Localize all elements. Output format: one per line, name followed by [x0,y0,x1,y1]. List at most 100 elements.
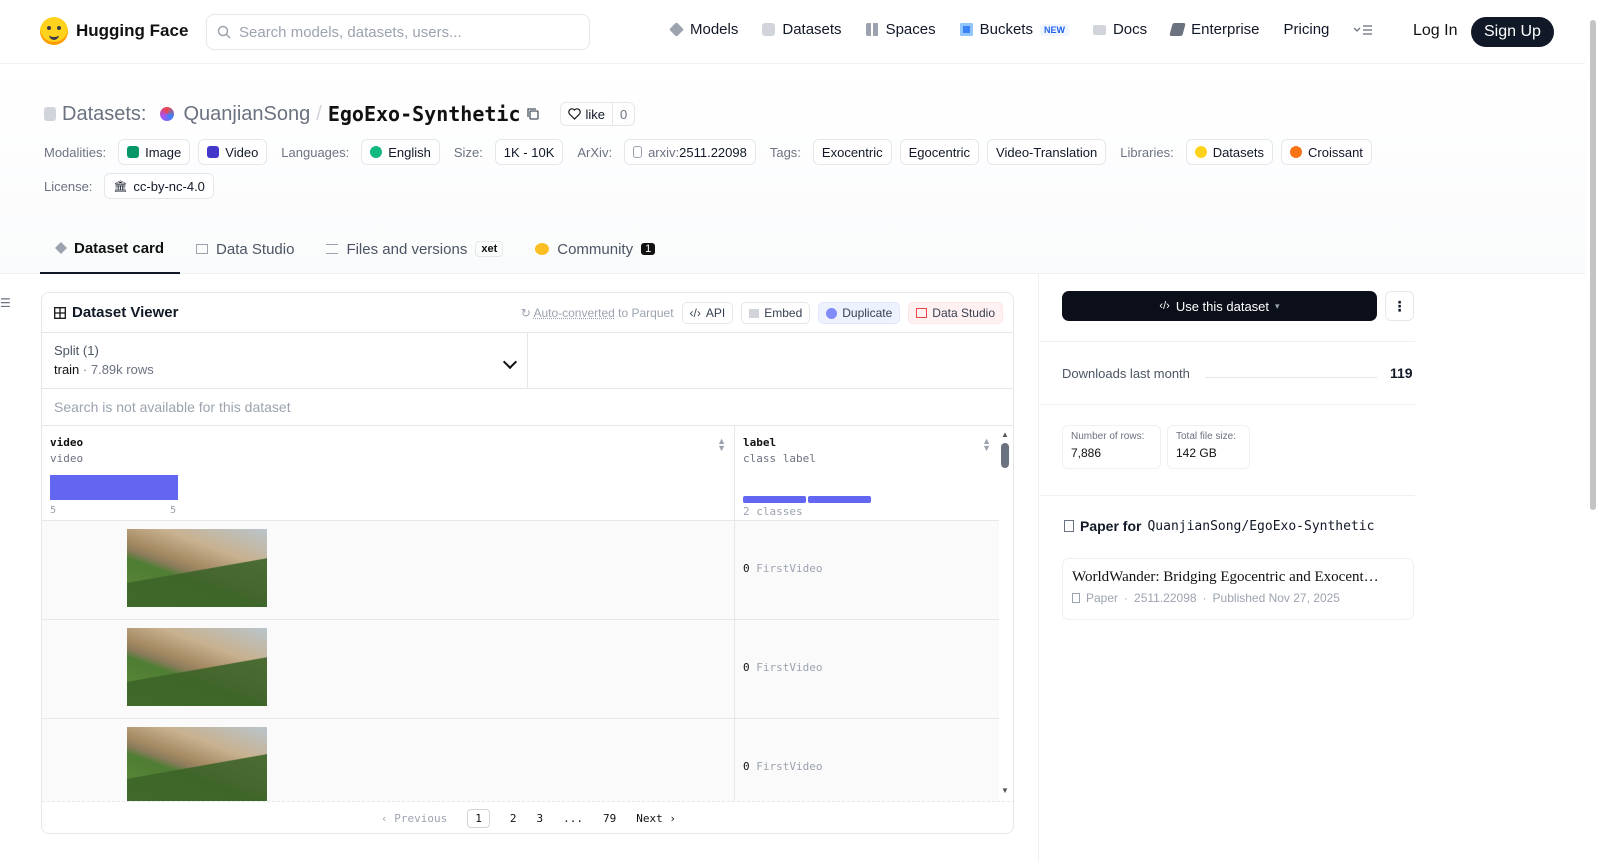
table-row[interactable]: 0 FirstVideo [42,719,999,801]
more-options-button[interactable]: ⋮ [1385,291,1414,321]
next-page-button[interactable]: Next › [636,812,676,825]
data-studio-button[interactable]: Data Studio [908,302,1003,324]
tag-english[interactable]: English [361,139,440,165]
page-scroll-thumb[interactable] [1590,20,1596,510]
table-icon [196,244,209,254]
paper-repo: QuanjianSong/EgoExo-Synthetic [1147,518,1375,534]
tag-video-translation[interactable]: Video-Translation [987,139,1107,165]
video-thumbnail[interactable] [127,628,267,706]
viewer-actions: ↻ Auto-converted to Parquet ‹/› API Embed… [521,302,1003,324]
paper-for-label: Paper for [1080,518,1142,534]
tag-egocentric[interactable]: Egocentric [899,139,980,165]
search-icon [217,25,231,39]
tab-data-studio-label: Data Studio [216,240,295,258]
nav-more[interactable] [1353,24,1373,36]
divider [1040,404,1415,405]
divider [1040,341,1415,342]
tab-data-studio[interactable]: Data Studio [180,224,310,274]
dataset-name[interactable]: EgoExo-Synthetic [328,102,521,126]
page-1[interactable]: 1 [467,808,490,828]
column-label[interactable]: label class label ▲ ▼ 2 classes [735,426,999,521]
tag-arxiv[interactable]: arxiv: 2511.22098 [624,139,756,165]
downloads-value: 119 [1390,365,1413,381]
use-dataset-button[interactable]: ‹/› Use this dataset ▾ [1062,291,1377,321]
histogram-min: 5 [50,505,57,516]
nav-docs[interactable]: Docs [1092,21,1148,38]
like-button[interactable]: like 0 [560,102,636,126]
auto-converted-link[interactable]: Auto-converted [533,306,614,320]
class-bar-segment[interactable] [808,496,871,503]
document-icon [1064,520,1074,532]
toc-toggle-icon[interactable]: ☰ [0,296,11,310]
login-link[interactable]: Log In [1413,22,1457,40]
video-thumbnail[interactable] [127,529,267,607]
tab-files[interactable]: Files and versions xet [310,224,519,274]
nav-pricing-label: Pricing [1283,21,1330,38]
meta-dot: · [1202,591,1207,605]
tab-dataset-card[interactable]: Dataset card [40,224,181,274]
tag-size[interactable]: 1K - 10K [494,139,564,165]
nav-enterprise[interactable]: Enterprise [1169,21,1260,38]
community-icon [535,243,550,255]
page-2[interactable]: 2 [510,812,517,825]
nav-datasets[interactable]: Datasets [762,21,842,38]
column-label-name: label [743,436,777,449]
sort-icon[interactable]: ▲ ▼ [982,437,991,453]
prev-page-button[interactable]: ‹ Previous [381,812,447,825]
paper-card[interactable]: WorldWander: Bridging Egocentric and Exo… [1062,558,1414,620]
histogram-max: 5 [170,505,177,516]
page-3[interactable]: 3 [536,812,543,825]
copy-icon[interactable] [526,107,540,121]
owner-avatar[interactable] [160,107,175,121]
owner-link[interactable]: QuanjianSong [183,103,310,126]
duplicate-button[interactable]: Duplicate [818,302,901,324]
table-row[interactable]: 0 FirstVideo [42,620,999,719]
table-row[interactable]: 0 FirstVideo [42,521,999,620]
heart-icon [568,108,582,120]
embed-button[interactable]: Embed [741,302,811,324]
nav-models[interactable]: Models [669,21,739,38]
label-cell: 0 FirstVideo [743,562,822,575]
tag-license[interactable]: 🏛 cc-by-nc-4.0 [104,173,214,199]
page-scrollbar[interactable] [1585,0,1600,861]
nav-models-label: Models [690,21,739,38]
column-video[interactable]: video video ▲ ▼ 5 5 [42,426,735,521]
signup-button[interactable]: Sign Up [1471,17,1554,47]
video-thumbnail[interactable] [127,727,267,801]
tag-video[interactable]: Video [198,139,268,165]
grid-scrollbar[interactable]: ▲ ▼ [997,426,1013,801]
sort-icon[interactable]: ▲ ▼ [717,437,726,453]
auto-converted-note[interactable]: ↻ Auto-converted to Parquet [521,306,674,320]
tab-community[interactable]: Community 1 [519,224,671,274]
modalities-label: Modalities: [44,144,107,160]
class-distribution-bar[interactable] [743,496,871,503]
hugging-face-icon [40,17,68,45]
video-histogram-bar[interactable] [50,475,178,500]
tab-community-label: Community [557,240,634,258]
table-icon [54,306,66,319]
tag-croissant[interactable]: Croissant [1281,139,1372,165]
page-title: Datasets: QuanjianSong / EgoExo-Syntheti… [44,102,636,126]
search-box[interactable] [206,14,590,50]
tag-datasets-lib[interactable]: Datasets [1185,139,1273,165]
nav-pricing[interactable]: Pricing [1284,21,1330,38]
tag-video-label: Video [225,144,259,160]
scroll-up-icon[interactable]: ▲ [1001,430,1009,439]
class-count: 2 classes [743,505,803,518]
book-icon [1092,24,1106,35]
embed-button-label: Embed [764,306,803,320]
class-bar-segment[interactable] [743,496,806,503]
nav-spaces[interactable]: Spaces [865,21,936,38]
viewer-title-label: Dataset Viewer [72,304,179,321]
nav-docs-label: Docs [1112,21,1148,38]
nav-buckets[interactable]: Buckets NEW [959,21,1069,38]
page-79[interactable]: 79 [603,812,616,825]
brand-logo[interactable]: Hugging Face [40,17,188,45]
api-button[interactable]: ‹/› API [681,302,734,324]
grid-scroll-thumb[interactable] [1001,443,1009,468]
split-select[interactable]: Split (1) train · 7.89k rows [42,333,528,389]
tag-image[interactable]: Image [118,139,191,165]
tag-exocentric[interactable]: Exocentric [812,139,892,165]
scroll-down-icon[interactable]: ▼ [1001,786,1009,795]
search-input[interactable] [239,23,569,41]
